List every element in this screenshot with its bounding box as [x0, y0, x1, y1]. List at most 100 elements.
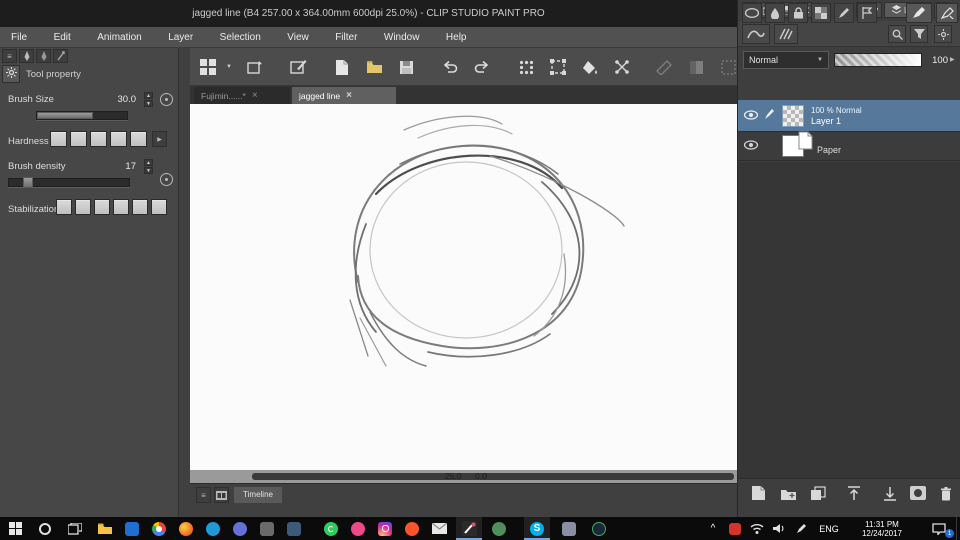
- delete-layer-trash-button[interactable]: [934, 482, 958, 504]
- canvas-viewport[interactable]: [190, 104, 737, 470]
- dribbble-icon[interactable]: [345, 517, 371, 540]
- app-icon-generic-1[interactable]: [254, 517, 280, 540]
- film-strip-icon[interactable]: [214, 487, 229, 503]
- close-tab-icon[interactable]: ×: [346, 90, 352, 101]
- menu-filter[interactable]: Filter: [324, 28, 368, 48]
- show-desktop-button[interactable]: [956, 517, 960, 540]
- opacity-value[interactable]: 100: [926, 55, 948, 66]
- brush-density-dynamics-icon[interactable]: [160, 173, 173, 186]
- menu-layer[interactable]: Layer: [157, 28, 204, 48]
- brush-density-slider[interactable]: [8, 177, 130, 188]
- brush-size-spin-down[interactable]: ▼: [144, 100, 153, 107]
- visibility-eye-icon[interactable]: [743, 107, 759, 125]
- hardness-level-1[interactable]: [50, 131, 67, 147]
- hardness-level-3[interactable]: [90, 131, 107, 147]
- workspace-dropdown-icon[interactable]: ▼: [222, 55, 236, 79]
- panel-menu-icon[interactable]: ≡: [2, 49, 17, 63]
- stabilization-level-3[interactable]: [94, 199, 110, 215]
- tool-property-gear-tab[interactable]: [2, 65, 20, 83]
- transform-mesh-icon[interactable]: [610, 55, 634, 79]
- antivirus-tray-icon[interactable]: [726, 517, 744, 540]
- skype-icon[interactable]: S: [524, 517, 550, 540]
- clear-layer-button[interactable]: [936, 3, 958, 23]
- brave-icon[interactable]: [399, 517, 425, 540]
- rotate-canvas-icon[interactable]: [242, 55, 266, 79]
- reference-layer-flag-icon[interactable]: [857, 3, 877, 23]
- title-bar[interactable]: jagged line (B4 257.00 x 364.00mm 600dpi…: [0, 0, 737, 27]
- palette-color-icon[interactable]: [742, 24, 770, 44]
- language-indicator[interactable]: ENG: [814, 517, 844, 540]
- workspace-grid-icon[interactable]: [196, 55, 220, 79]
- stabilization-level-4[interactable]: [113, 199, 129, 215]
- subtool-tab-1-icon[interactable]: [19, 49, 34, 63]
- opacity-slider[interactable]: [834, 53, 922, 67]
- mail-app-icon[interactable]: [426, 517, 452, 540]
- stabilization-level-5[interactable]: [132, 199, 148, 215]
- chrome-icon[interactable]: [146, 517, 172, 540]
- stabilization-level-1[interactable]: [56, 199, 72, 215]
- edge-browser-icon[interactable]: [200, 517, 226, 540]
- layer-name[interactable]: Layer 1: [811, 116, 862, 126]
- file-explorer-icon[interactable]: [92, 517, 118, 540]
- menu-help[interactable]: Help: [435, 28, 478, 48]
- merge-down-button[interactable]: [878, 482, 902, 504]
- tool-property-scrollbar[interactable]: [178, 48, 190, 517]
- clip-at-layer-icon[interactable]: [765, 3, 785, 23]
- start-button[interactable]: [0, 517, 30, 540]
- subtool-tab-3-icon[interactable]: [53, 49, 68, 63]
- enable-draft-pencil-icon[interactable]: [834, 3, 854, 23]
- transfer-layer-button[interactable]: [842, 482, 866, 504]
- clock[interactable]: 11:31 PM 12/24/2017: [848, 517, 916, 540]
- panel-gear-icon[interactable]: [934, 25, 952, 43]
- brush-density-spin-up[interactable]: ▲: [144, 159, 153, 166]
- steam-icon[interactable]: [586, 517, 612, 540]
- timeline-menu-icon[interactable]: ≡: [196, 487, 211, 503]
- brush-size-slider[interactable]: [36, 111, 128, 120]
- blend-mode-select[interactable]: Normal ▼: [743, 51, 829, 69]
- edit-in-app-icon[interactable]: [286, 55, 310, 79]
- layer-mask-button[interactable]: [906, 482, 930, 504]
- hardness-expand-arrow[interactable]: ▶: [152, 131, 167, 147]
- network-icon[interactable]: [748, 517, 766, 540]
- whatsapp-icon[interactable]: [318, 517, 344, 540]
- redo-icon[interactable]: [470, 55, 494, 79]
- search-layer-icon[interactable]: [888, 25, 906, 43]
- layer-row-paper[interactable]: Paper: [738, 131, 960, 161]
- visibility-eye-icon[interactable]: [743, 137, 759, 155]
- snap-to-dots-icon[interactable]: [514, 55, 538, 79]
- menu-edit[interactable]: Edit: [43, 28, 82, 48]
- opacity-expand-arrow[interactable]: ▶: [950, 56, 955, 63]
- brush-density-value[interactable]: 17: [100, 161, 136, 172]
- close-tab-icon[interactable]: ×: [252, 90, 258, 101]
- layer-row-layer1[interactable]: 100 % Normal Layer 1: [738, 100, 960, 131]
- horizontal-scrollbar[interactable]: [252, 473, 734, 480]
- undo-icon[interactable]: [438, 55, 462, 79]
- fill-bucket-icon[interactable]: [578, 55, 602, 79]
- duplicate-layer-button[interactable]: [806, 482, 830, 504]
- cortana-search-button[interactable]: [30, 517, 60, 540]
- paint-3d-icon[interactable]: [556, 517, 582, 540]
- firefox-icon[interactable]: [173, 517, 199, 540]
- save-file-icon[interactable]: [394, 55, 418, 79]
- lock-transparent-pixels-icon[interactable]: [811, 3, 831, 23]
- menu-animation[interactable]: Animation: [86, 28, 152, 48]
- menu-window[interactable]: Window: [373, 28, 431, 48]
- subtool-tab-2-icon[interactable]: [36, 49, 51, 63]
- new-file-icon[interactable]: [330, 55, 354, 79]
- hardness-level-5[interactable]: [130, 131, 147, 147]
- discord-icon[interactable]: [227, 517, 253, 540]
- snap-to-grid-icon[interactable]: [546, 55, 570, 79]
- brush-density-slider-handle[interactable]: [23, 177, 33, 188]
- stabilization-level-2[interactable]: [75, 199, 91, 215]
- menu-view[interactable]: View: [276, 28, 320, 48]
- pen-settings-icon[interactable]: [792, 517, 810, 540]
- menu-selection[interactable]: Selection: [209, 28, 272, 48]
- hidden-icons-chevron[interactable]: ^: [704, 517, 722, 540]
- ruler-icon[interactable]: [652, 55, 676, 79]
- brush-size-dynamics-icon[interactable]: [160, 93, 173, 106]
- clip-studio-paint-icon[interactable]: [456, 517, 482, 540]
- combine-mode-icon[interactable]: [742, 3, 762, 23]
- task-view-button[interactable]: [60, 517, 90, 540]
- photos-app-icon[interactable]: [119, 517, 145, 540]
- hardness-level-4[interactable]: [110, 131, 127, 147]
